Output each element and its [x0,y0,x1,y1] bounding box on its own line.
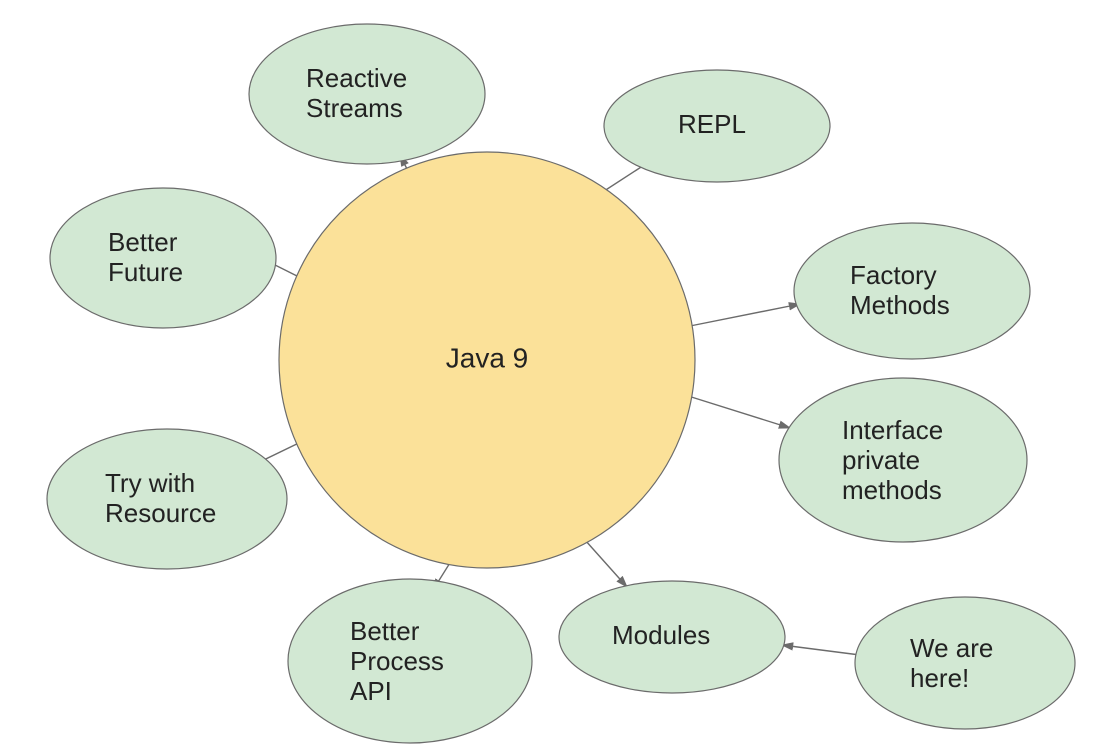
feature-better-process-api-line3: API [350,676,392,706]
feature-better-process-api: Better Process API [288,579,532,743]
edge-center-to-interface-private-methods [685,395,790,428]
feature-factory-methods: Factory Methods [794,223,1030,359]
feature-better-future-line2: Future [108,257,183,287]
java9-feature-diagram: Java 9 Reactive Streams REPL Better Futu… [0,0,1114,756]
feature-better-process-api-line2: Process [350,646,444,676]
callout-we-are-here-line2: here! [910,663,969,693]
feature-reactive-streams-line2: Streams [306,93,403,123]
edge-center-to-factory-methods [690,304,800,326]
feature-reactive-streams: Reactive Streams [249,24,485,164]
center-label: Java 9 [446,342,529,373]
feature-better-future-line1: Better [108,227,178,257]
feature-better-future: Better Future [50,188,276,328]
feature-repl: REPL [604,70,830,182]
feature-modules: Modules [559,581,785,693]
edge-we-are-here-to-modules [782,645,860,655]
feature-try-with-resource-line2: Resource [105,498,216,528]
feature-try-with-resource: Try with Resource [47,429,287,569]
feature-better-process-api-line1: Better [350,616,420,646]
feature-interface-private-methods-line2: private [842,445,920,475]
feature-interface-private-methods-line3: methods [842,475,942,505]
feature-factory-methods-line1: Factory [850,260,937,290]
callout-we-are-here: We are here! [855,597,1075,729]
feature-interface-private-methods-line1: Interface [842,415,943,445]
feature-factory-methods-line2: Methods [850,290,950,320]
feature-repl-line1: REPL [678,109,746,139]
center-node: Java 9 [279,152,695,568]
feature-modules-line1: Modules [612,620,710,650]
feature-reactive-streams-line1: Reactive [306,63,407,93]
edge-center-to-modules [585,540,627,587]
feature-interface-private-methods: Interface private methods [779,378,1027,542]
callout-we-are-here-line1: We are [910,633,993,663]
feature-try-with-resource-line1: Try with [105,468,195,498]
